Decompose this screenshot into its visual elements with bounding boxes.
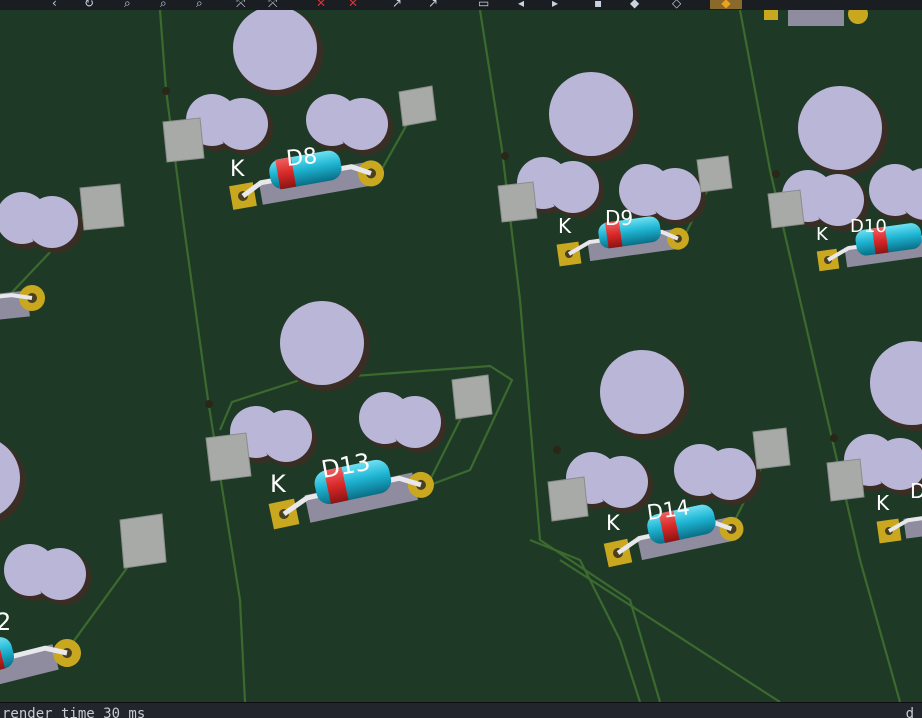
ref-label-d8: D8 — [285, 144, 318, 172]
ref-label-partial-right: D — [910, 479, 922, 503]
rotate-icon[interactable]: ↻ — [84, 0, 94, 9]
shape-icon[interactable]: ◆ — [630, 0, 639, 9]
fill-icon[interactable]: ▪ — [594, 0, 602, 9]
diode-partial-left-top — [0, 285, 45, 321]
zoom-in-icon[interactable]: ⌕ — [124, 0, 131, 9]
cube-icon[interactable]: ◇ — [672, 0, 681, 9]
status-render-time: render time 30 ms — [2, 706, 146, 718]
pin-label-k: K — [558, 214, 572, 238]
flip-x-icon[interactable]: ⤧ — [236, 0, 246, 9]
ratsnest-alt-icon[interactable]: ✕ — [348, 0, 358, 9]
layer-icon[interactable]: ▭ — [478, 0, 489, 9]
axis-y-icon[interactable]: ↗ — [428, 0, 438, 9]
zoom-fit-icon[interactable]: ⌕ — [196, 0, 203, 9]
pcb-3d-view: K D8 K D9 K D10 K D13 K D14 2 K D — [0, 10, 922, 702]
ref-label-partial: 2 — [0, 608, 11, 636]
flip-y-icon[interactable]: ⤧ — [268, 0, 278, 9]
pin-label-k: K — [816, 224, 829, 245]
ref-label-d10: D10 — [850, 216, 887, 237]
3d-viewer-canvas[interactable]: K D8 K D9 K D10 K D13 K D14 2 K D — [0, 10, 922, 702]
diode-partial-top-right — [764, 10, 868, 26]
diode-partial-right — [876, 513, 922, 544]
status-bar: render time 30 ms d — [0, 702, 922, 718]
ref-label-d9: D9 — [605, 206, 633, 230]
status-right-text: d — [905, 706, 914, 718]
arrow-right-icon[interactable]: ▸ — [552, 0, 558, 9]
prev-icon[interactable]: ‹ — [52, 0, 57, 9]
pin-label-k: K — [270, 470, 287, 498]
arrow-left-icon[interactable]: ◂ — [518, 0, 524, 9]
active-tool-icon[interactable]: ◆ — [710, 0, 742, 9]
zoom-out-icon[interactable]: ⌕ — [160, 0, 167, 9]
pin-label-k: K — [876, 491, 890, 515]
pin-label-k: K — [606, 511, 621, 535]
pin-label-k: K — [230, 157, 245, 182]
axis-x-icon[interactable]: ↗ — [392, 0, 402, 9]
diode-partial-left — [0, 637, 81, 689]
traces — [0, 10, 902, 702]
ratsnest-icon[interactable]: ✕ — [316, 0, 326, 9]
